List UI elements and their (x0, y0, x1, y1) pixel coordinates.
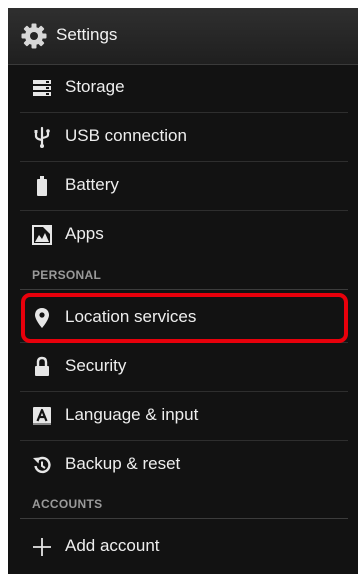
settings-item-label: Storage (65, 77, 125, 96)
settings-item-label: Add account (65, 536, 160, 555)
section-divider (20, 518, 348, 519)
settings-item-label: Apps (65, 224, 104, 243)
action-bar: Settings (8, 8, 358, 65)
lock-icon (35, 356, 49, 376)
settings-item-add-account[interactable]: Add account (8, 523, 358, 571)
settings-item-security[interactable]: Security (8, 343, 358, 391)
gear-icon[interactable] (20, 22, 48, 50)
usb-icon (34, 126, 50, 148)
settings-item-usb-connection[interactable]: USB connection (8, 113, 358, 161)
settings-item-label: Language & input (65, 405, 199, 424)
backup-icon (33, 456, 51, 474)
section-divider (20, 289, 348, 290)
settings-item-location-services[interactable]: Location services (8, 294, 358, 342)
battery-icon (37, 176, 47, 196)
location-pin-icon (35, 308, 49, 328)
section-title: PERSONAL (32, 268, 102, 282)
section-title: ACCOUNTS (32, 497, 103, 511)
settings-item-label: USB connection (65, 126, 187, 145)
settings-item-language-input[interactable]: Language & input (8, 392, 358, 440)
page-title: Settings (56, 25, 118, 44)
settings-item-label: Location services (65, 307, 197, 326)
section-header-personal: PERSONAL (8, 262, 358, 290)
settings-screen: Settings Storage USB connection Battery … (8, 8, 358, 574)
settings-item-battery[interactable]: Battery (8, 162, 358, 210)
storage-icon (33, 80, 51, 96)
settings-item-storage[interactable]: Storage (8, 64, 358, 112)
settings-item-apps[interactable]: Apps (8, 211, 358, 259)
settings-item-label: Battery (65, 175, 119, 194)
language-icon (33, 407, 51, 425)
settings-item-label: Security (65, 356, 127, 375)
settings-item-backup-reset[interactable]: Backup & reset (8, 441, 358, 489)
section-header-accounts: ACCOUNTS (8, 491, 358, 519)
plus-icon (33, 538, 51, 556)
settings-item-label: Backup & reset (65, 454, 181, 473)
apps-icon (32, 225, 52, 245)
